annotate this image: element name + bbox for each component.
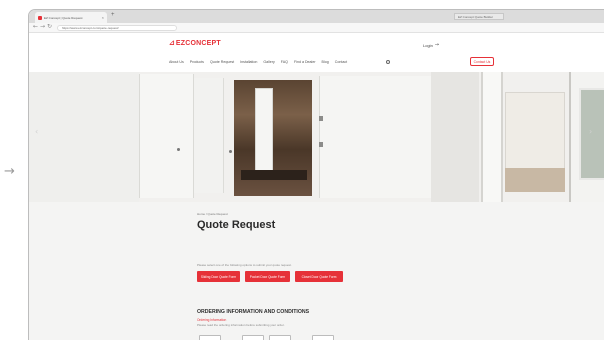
main-nav: About Us Products Quote Request Installa… [169,60,347,64]
intro-text: Please select one of the following optio… [197,263,292,267]
hero-pillar [431,72,479,202]
hero-tall-cabinet [255,88,273,180]
nav-item-find-dealer[interactable]: Find a Dealer [294,60,316,64]
arrow-right-icon: → [434,42,439,48]
tab-title: EZ Concept | Quote Request [44,15,83,20]
chevron-left-icon[interactable]: ‹ [35,128,38,136]
door-handle [319,116,323,121]
reload-icon[interactable]: ↻ [47,24,52,30]
login-link[interactable]: Login → [423,42,439,48]
door-knob [177,148,180,151]
hero-door-right [319,76,431,198]
contact-us-button[interactable]: Contact Us [470,57,494,66]
page-title: Quote Request [197,219,276,231]
nav-item-installation[interactable]: Installation [240,60,257,64]
closet-door-quote-button[interactable]: Closet Door Quote Form [295,271,343,282]
section-heading: ORDERING INFORMATION AND CONDITIONS [197,309,310,315]
favicon-icon [38,15,42,20]
hero-door-left [139,74,194,198]
extension-window[interactable]: EZ Concept Quote Builder [454,13,504,20]
option-chip[interactable] [269,335,291,340]
nav-item-faq[interactable]: FAQ [281,60,288,64]
browser-window: EZ Concept | Quote Request × + EZ Concep… [28,9,604,340]
nav-item-products[interactable]: Products [190,60,204,64]
nav-item-quote-request[interactable]: Quote Request [210,60,234,64]
tab-strip: EZ Concept | Quote Request × + EZ Concep… [29,10,604,23]
login-label: Login [423,42,433,48]
search-icon[interactable] [386,60,390,64]
new-tab-button[interactable]: + [111,12,115,18]
option-chip[interactable] [242,335,264,340]
hero-wall [29,72,139,202]
page-content: Home / Quote Request Quote Request Pleas… [29,202,604,340]
logo-mark-icon: ⊿ [169,39,175,47]
section-subheading[interactable]: Ordering Information [197,318,226,322]
back-icon[interactable]: ← [33,24,38,30]
sliding-door-quote-button[interactable]: Sliding Door Quote Form [197,271,240,282]
hero-door-middle [194,78,224,193]
quote-form-actions: Sliding Door Quote Form Pocket Door Quot… [197,271,343,282]
site-header: ⊿ EZCONCEPT Login → About Us Products Qu… [29,33,604,72]
pocket-door-quote-button[interactable]: Pocket Door Quote Form [245,271,290,282]
door-handle [319,142,323,147]
nav-item-about[interactable]: About Us [169,60,184,64]
option-chip[interactable] [199,335,221,340]
close-tab-icon[interactable]: × [102,15,104,20]
nav-item-gallery[interactable]: Gallery [263,60,274,64]
nav-item-contact[interactable]: Contact [335,60,347,64]
address-bar: ← → ↻ https://www.ezconcept.com/quote-re… [29,23,604,33]
section-description: Please read the ordering information bef… [197,323,285,327]
hero-image: ‹ › [29,72,604,202]
door-knob [229,150,232,153]
arrow-right-icon: → [4,164,15,179]
hero-room-floor [505,168,565,192]
site-logo[interactable]: ⊿ EZCONCEPT [169,39,221,48]
browser-tab[interactable]: EZ Concept | Quote Request × [35,12,107,23]
nav-item-blog[interactable]: Blog [322,60,329,64]
logo-text: EZCONCEPT [175,40,221,47]
forward-icon[interactable]: → [40,24,45,30]
hero-doorway [481,72,503,202]
hero-floating-shelf [241,170,307,180]
option-chip[interactable] [312,335,334,340]
chevron-right-icon[interactable]: › [589,128,592,136]
screenshot-canvas: → EZ Concept | Quote Request × + EZ Conc… [0,0,604,340]
url-input[interactable]: https://www.ezconcept.com/quote-request/ [57,25,177,31]
breadcrumb[interactable]: Home / Quote Request [197,212,228,216]
